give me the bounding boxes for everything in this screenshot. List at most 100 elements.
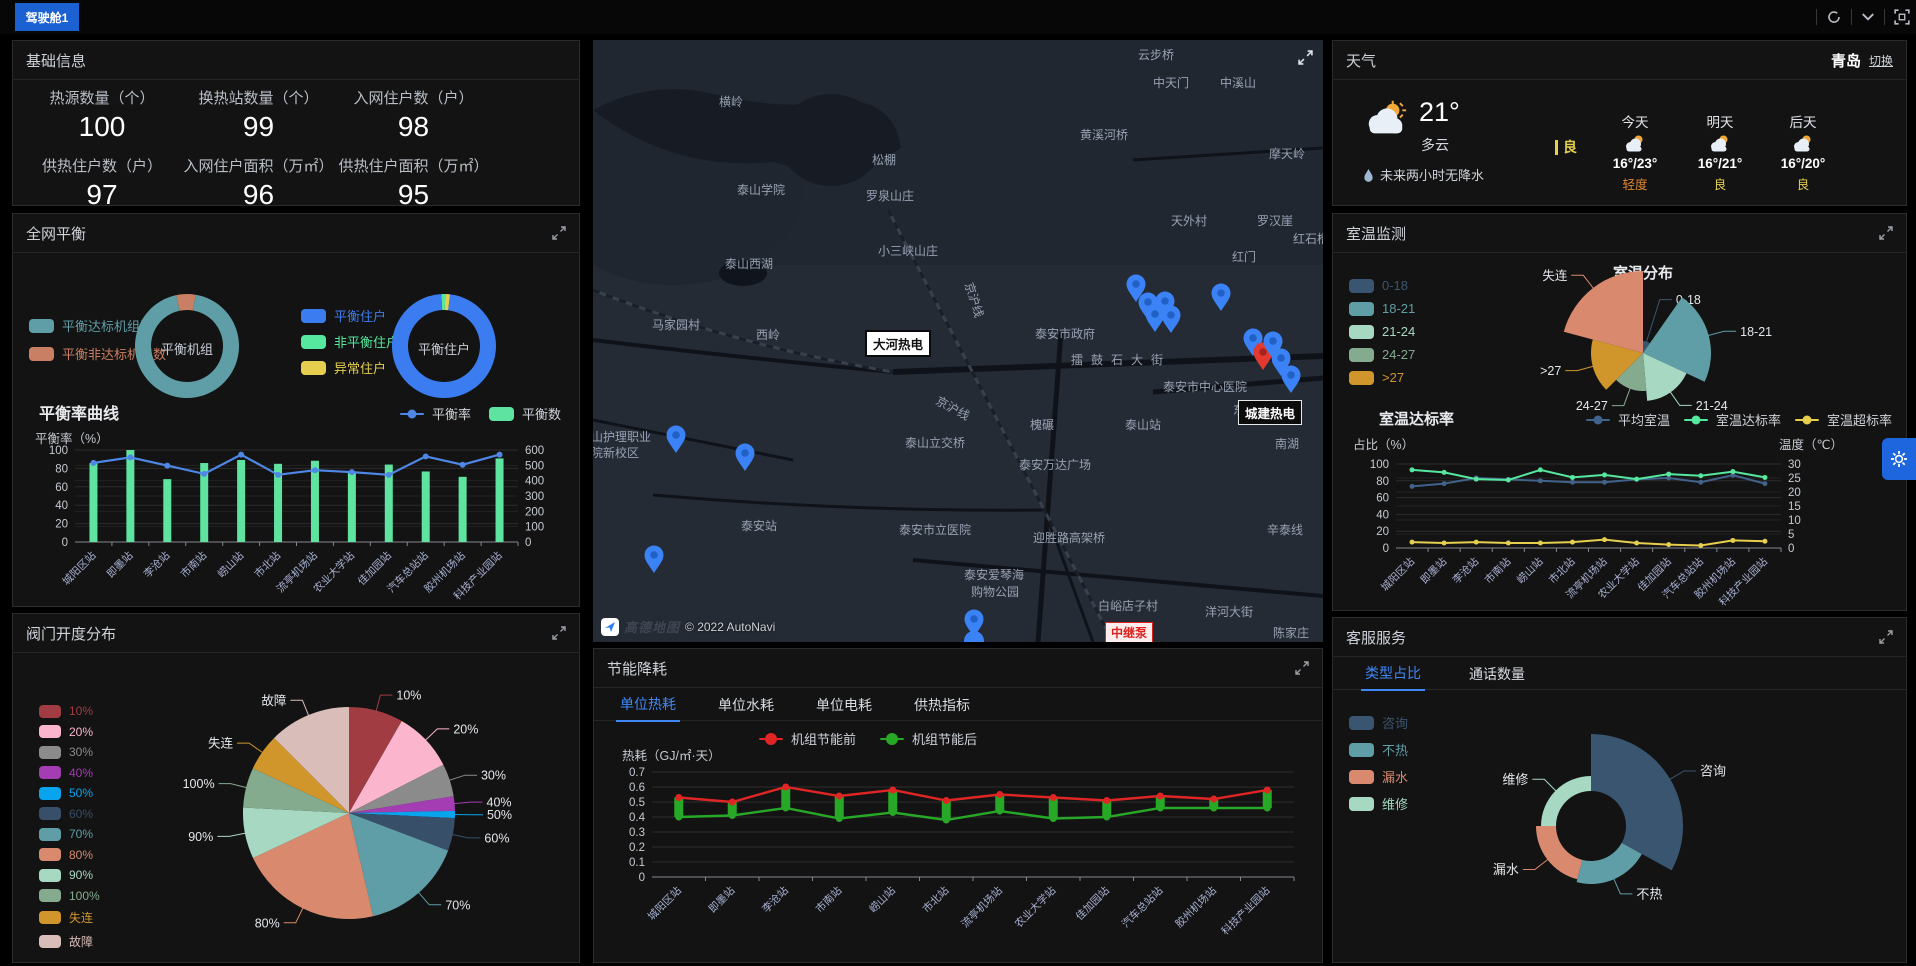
- panel-customer-service: 客服服务 类型占比 通话数量 咨询不热漏水维修 咨询不热漏水维修: [1332, 617, 1907, 963]
- map-label: 云步桥: [1138, 46, 1174, 63]
- map[interactable]: 云步桥中天门中溪山横岭黄溪河桥松棚摩天岭泰山学院罗泉山庄天外村罗汉崖红石榴小三峡…: [593, 40, 1323, 642]
- panel-network-balance: 全网平衡 平衡达标机组数平衡非达标机组数 平衡机组 平衡住户非平衡住户异常住户 …: [12, 213, 580, 607]
- svg-text:0.7: 0.7: [629, 767, 645, 779]
- legend-label: 平衡住户: [334, 306, 386, 325]
- forecast-range: 16°/23°: [1613, 156, 1658, 171]
- map-pin-icon[interactable]: [1211, 283, 1231, 317]
- tab-unit-heat[interactable]: 单位热耗: [616, 686, 680, 722]
- legend-swatch: [301, 309, 326, 323]
- tab-unit-power[interactable]: 单位电耗: [812, 687, 876, 721]
- map-label: 松棚: [872, 151, 896, 168]
- svg-text:90%: 90%: [188, 830, 213, 844]
- map-station-badge[interactable]: 中继泵: [1105, 622, 1153, 642]
- legend-swatch: [301, 361, 326, 375]
- legend-item[interactable]: 平衡率: [400, 404, 471, 423]
- map-label: 泰山立交桥: [905, 434, 965, 451]
- legend-swatch: [759, 738, 783, 740]
- chevron-down-icon[interactable]: [1861, 10, 1875, 24]
- rate-title: 室温达标率: [1379, 408, 1454, 429]
- legend-item[interactable]: 机组节能前: [759, 729, 856, 748]
- map-pin-icon[interactable]: [1161, 305, 1181, 339]
- panel-room-temp: 室温监测 室温分布 0-1818-2121-2424-27>27 0-1818-…: [1332, 213, 1907, 611]
- top-bar: 驾驶舱1: [0, 0, 1916, 36]
- map-label: 小三峡山庄: [878, 242, 938, 259]
- map-pin-icon[interactable]: [644, 545, 664, 579]
- stat-value: 97: [23, 179, 181, 211]
- svg-text:40: 40: [55, 500, 68, 512]
- map-label: 购物公园: [971, 583, 1019, 600]
- map-station-badge[interactable]: 城建热电: [1238, 400, 1302, 425]
- svg-text:200: 200: [525, 506, 544, 518]
- map-label: 泰山站: [1125, 416, 1161, 433]
- svg-text:崂山站: 崂山站: [215, 549, 247, 581]
- weather-city: 青岛: [1831, 50, 1861, 71]
- svg-text:汽车总站站: 汽车总站站: [1119, 884, 1166, 931]
- svg-text:18-21: 18-21: [1740, 325, 1772, 339]
- map-logo-text: 高德地图: [624, 617, 680, 636]
- legend-item[interactable]: 平均室温: [1586, 410, 1670, 429]
- svg-text:咨询: 咨询: [1700, 764, 1726, 779]
- svg-text:崂山站: 崂山站: [866, 884, 898, 916]
- refresh-icon[interactable]: [1826, 9, 1842, 25]
- legend-item[interactable]: 室温达标率: [1684, 410, 1781, 429]
- panel-title: 全网平衡: [26, 223, 86, 244]
- svg-text:市南站: 市南站: [813, 884, 845, 916]
- map-expand-icon[interactable]: [1298, 50, 1313, 65]
- legend-label: 机组节能前: [791, 729, 856, 748]
- city-switch-link[interactable]: 切换: [1869, 52, 1893, 69]
- forecast-day-after: 后天 16°/20° 良: [1773, 111, 1833, 193]
- tab-heat-index[interactable]: 供热指标: [910, 687, 974, 721]
- svg-text:400: 400: [525, 476, 544, 488]
- map-label: 横岭: [719, 93, 743, 110]
- fullscreen-icon[interactable]: [1894, 9, 1910, 25]
- svg-text:0: 0: [1383, 543, 1389, 555]
- legend-item[interactable]: 机组节能后: [880, 729, 977, 748]
- svg-text:10: 10: [1788, 515, 1801, 527]
- map-station-badge[interactable]: 大河热电: [865, 330, 931, 357]
- legend-item[interactable]: 平衡数: [489, 404, 561, 423]
- dashboard: 驾驶舱1 基础信息 热源数量（个）100 换热站数量（个）99 入网住户数（户）…: [0, 0, 1916, 966]
- forecast-range: 16°/20°: [1781, 156, 1826, 171]
- basic-info-stats: 热源数量（个）100 换热站数量（个）99 入网住户数（户）98 供热住户数（户…: [23, 87, 491, 211]
- map-label: 罗汉崖: [1257, 212, 1293, 229]
- stat-label: 热源数量（个）: [23, 87, 181, 108]
- svg-text:流亭机场站: 流亭机场站: [959, 884, 1006, 931]
- map-pin-icon[interactable]: [964, 609, 984, 642]
- energy-chart: 00.10.20.30.40.50.60.7城阳区站即墨站李沧站市南站崂山站市北…: [594, 759, 1322, 963]
- map-label: 槐碾: [1030, 416, 1054, 433]
- stat-label: 入网住户面积（万㎡）: [181, 155, 336, 176]
- svg-text:5: 5: [1788, 529, 1794, 541]
- map-label: 罗泉山庄: [866, 187, 914, 204]
- tab-cockpit1[interactable]: 驾驶舱1: [15, 3, 79, 31]
- droplet-icon: [1363, 168, 1374, 182]
- legend-swatch: [400, 413, 424, 415]
- svg-text:500: 500: [525, 460, 544, 472]
- settings-button[interactable]: [1882, 438, 1916, 480]
- svg-text:市北站: 市北站: [252, 549, 284, 581]
- valve-pie-chart: 10%20%30%40%50%60%70%80%90%100%失连故障: [13, 614, 579, 962]
- map-pin-icon[interactable]: [1281, 365, 1301, 399]
- stat-label: 入网住户数（户）: [336, 87, 491, 108]
- svg-text:0.5: 0.5: [629, 797, 645, 809]
- map-label: 南湖: [1275, 435, 1299, 452]
- expand-icon[interactable]: [1295, 661, 1309, 675]
- svg-text:市南站: 市南站: [178, 549, 210, 581]
- map-label: 红石榴: [1293, 230, 1323, 247]
- svg-text:>27: >27: [1540, 364, 1561, 378]
- map-pin-icon[interactable]: [666, 425, 686, 459]
- svg-text:城阳区站: 城阳区站: [645, 884, 684, 923]
- expand-icon[interactable]: [552, 226, 566, 240]
- svg-text:李沧站: 李沧站: [759, 884, 791, 916]
- tab-unit-water[interactable]: 单位水耗: [714, 687, 778, 721]
- map-label: 泰山护理职业: [593, 428, 651, 445]
- svg-text:30%: 30%: [481, 769, 506, 783]
- map-pin-icon[interactable]: [735, 443, 755, 477]
- legend-swatch: [489, 407, 514, 421]
- svg-text:15: 15: [1788, 501, 1801, 513]
- legend-swatch: [29, 347, 54, 361]
- legend-item[interactable]: 室温超标率: [1795, 410, 1892, 429]
- forecast-tomorrow: 明天 16°/21° 良: [1690, 111, 1750, 193]
- energy-tabs: 单位热耗 单位水耗 单位电耗 供热指标: [594, 687, 1322, 721]
- panel-basic-info: 基础信息 热源数量（个）100 换热站数量（个）99 入网住户数（户）98 供热…: [12, 40, 580, 206]
- svg-text:60: 60: [55, 482, 68, 494]
